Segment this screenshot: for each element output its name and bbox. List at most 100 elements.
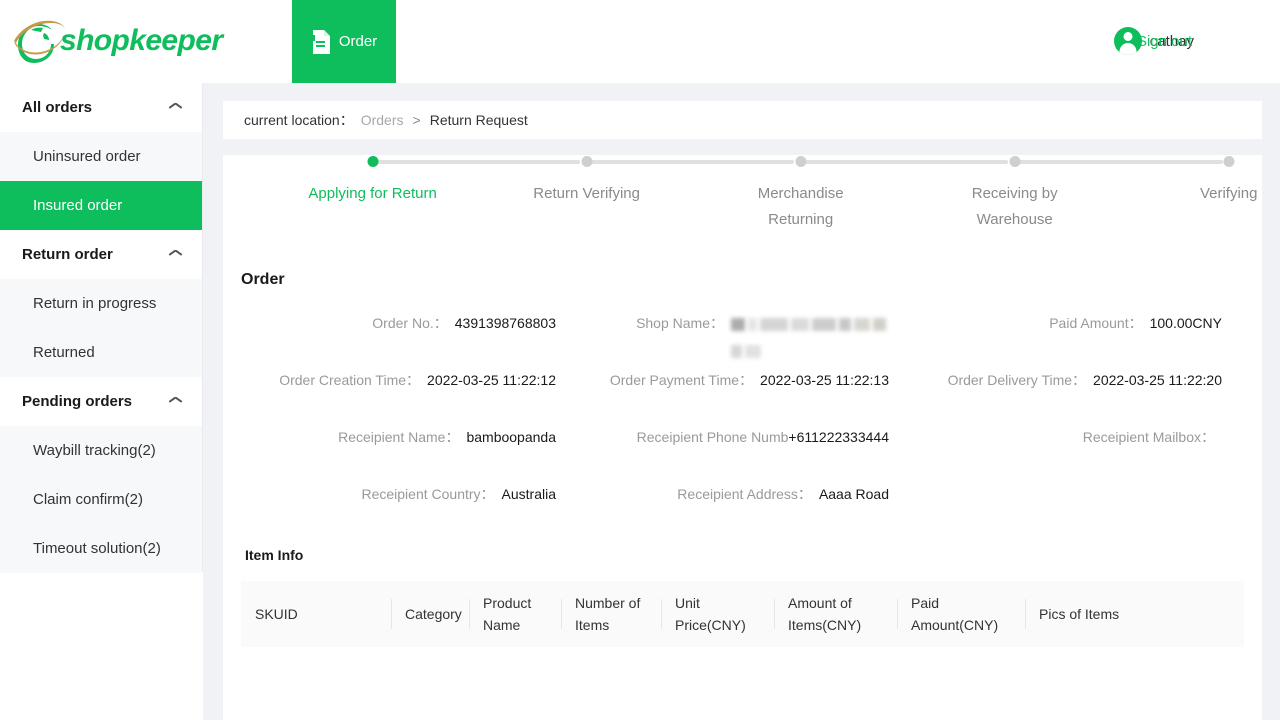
- column-header-paid-amount: Paid Amount(CNY): [897, 595, 1025, 633]
- main-content: current location： Orders > Return Reques…: [203, 83, 1280, 720]
- field-empty: [889, 484, 1222, 541]
- field-label: Order Payment Time：: [609, 372, 754, 388]
- breadcrumb-separator: >: [412, 112, 421, 128]
- field-value: 2022-03-25 11:22:13: [760, 372, 889, 388]
- step-dot: [367, 156, 379, 167]
- field-label: Receipient Address：: [677, 486, 812, 502]
- step-dot: [581, 156, 593, 167]
- chevron-up-icon: [169, 251, 182, 259]
- field-recipient-mailbox: Receipient Mailbox：: [889, 427, 1222, 484]
- step-dot: [795, 156, 807, 167]
- tab-order[interactable]: Order: [292, 0, 396, 83]
- field-recipient-phone: Receipient Phone Numb +611222333444: [556, 427, 889, 484]
- sidebar-item-label: Returned: [33, 344, 95, 361]
- field-value: 2022-03-25 11:22:20: [1093, 372, 1222, 388]
- order-section-title: Order: [241, 271, 285, 288]
- sidebar-group-all-orders[interactable]: All orders: [0, 83, 202, 132]
- step-dot: [1009, 156, 1021, 167]
- field-value: Australia: [501, 486, 556, 502]
- breadcrumb-current: Return Request: [429, 112, 528, 128]
- field-label: Paid Amount：: [1049, 315, 1143, 331]
- field-label: Order Delivery Time：: [947, 372, 1087, 388]
- chevron-up-icon: [169, 398, 182, 406]
- order-field-row: Receipient Name： bamboopanda Receipient …: [223, 427, 1262, 484]
- sidebar-item-label: Uninsured order: [33, 148, 141, 165]
- sidebar-item-waybill-tracking[interactable]: Waybill tracking(2): [0, 426, 202, 475]
- sidebar-item-label: Timeout solution(2): [33, 540, 161, 557]
- field-value: 4391398768803: [454, 315, 556, 331]
- brand-logo[interactable]: shopkeeper: [14, 14, 223, 68]
- step-return-verifying: Return Verifying: [483, 155, 795, 207]
- field-label: Receipient Country：: [361, 486, 495, 502]
- column-header-pics-of-items: Pics of Items: [1025, 595, 1185, 633]
- sidebar-item-label: Return in progress: [33, 295, 157, 312]
- item-info-title: Item Info: [245, 547, 304, 563]
- step-label: Receiving by Warehouse: [971, 185, 1058, 228]
- sidebar: All orders Uninsured order Insured order…: [0, 83, 203, 573]
- document-icon: [311, 29, 331, 54]
- sidebar-group-label: Return order: [22, 246, 113, 263]
- order-field-row: Order No.： 4391398768803 Shop Name： Paid…: [223, 313, 1262, 370]
- breadcrumb-prefix: current location：: [244, 112, 354, 128]
- order-field-row: Order Creation Time： 2022-03-25 11:22:12…: [223, 370, 1262, 427]
- return-request-panel: Applying for Return Return Verifying Mer…: [223, 155, 1262, 720]
- field-recipient-country: Receipient Country： Australia: [223, 484, 556, 541]
- field-label: Receipient Name：: [338, 429, 460, 445]
- column-header-number-of-items: Number of Items: [561, 595, 661, 633]
- field-label: Receipient Phone Numb: [636, 429, 789, 445]
- field-paid-amount: Paid Amount： 100.00CNY: [889, 313, 1222, 370]
- sidebar-group-pending-orders[interactable]: Pending orders: [0, 377, 202, 426]
- step-label: Applying for Return: [308, 185, 437, 202]
- sidebar-item-label: Insured order: [33, 197, 123, 214]
- field-value: 100.00CNY: [1149, 315, 1222, 331]
- sidebar-item-insured-order[interactable]: Insured order: [0, 181, 202, 230]
- breadcrumb-parent-orders[interactable]: Orders: [361, 112, 404, 128]
- sidebar-item-label: Claim confirm(2): [33, 491, 144, 508]
- field-recipient-address: Receipient Address： Aaaa Road: [556, 484, 889, 541]
- column-header-category: Category: [391, 595, 469, 633]
- field-value-redacted: [731, 313, 889, 360]
- sign-out-link[interactable]: Sign out: [1137, 33, 1192, 50]
- field-value: +611222333444: [788, 429, 889, 445]
- field-value: 2022-03-25 11:22:12: [427, 372, 556, 388]
- sidebar-item-uninsured-order[interactable]: Uninsured order: [0, 132, 202, 181]
- sidebar-item-label: Waybill tracking(2): [33, 442, 156, 459]
- order-field-row: Receipient Country： Australia Receipient…: [223, 484, 1262, 541]
- sidebar-group-return-order[interactable]: Return order: [0, 230, 202, 279]
- sidebar-group-label: Pending orders: [22, 393, 133, 410]
- field-value: bamboopanda: [466, 429, 556, 445]
- column-header-product-name: Product Name: [469, 595, 561, 633]
- step-verifying: Verifying: [1125, 155, 1280, 207]
- step-applying-for-return: Applying for Return: [269, 155, 581, 207]
- field-label: Order Creation Time：: [279, 372, 421, 388]
- field-recipient-name: Receipient Name： bamboopanda: [223, 427, 556, 484]
- field-order-creation-time: Order Creation Time： 2022-03-25 11:22:12: [223, 370, 556, 427]
- breadcrumb: current location： Orders > Return Reques…: [223, 101, 1262, 139]
- sidebar-item-returned[interactable]: Returned: [0, 328, 202, 377]
- tab-order-label: Order: [338, 33, 378, 50]
- item-info-table: SKUID Category Product Name Number of It…: [241, 581, 1244, 647]
- return-progress-stepper: Applying for Return Return Verifying Mer…: [223, 155, 1262, 267]
- chevron-up-icon: [169, 104, 182, 112]
- globe-swoosh-icon: [14, 16, 66, 66]
- sidebar-group-label: All orders: [22, 99, 93, 116]
- column-header-skuid: SKUID: [255, 606, 298, 622]
- step-label: Merchandise Returning: [757, 185, 844, 228]
- column-header-unit-price: Unit Price(CNY): [661, 595, 774, 633]
- field-value: Aaaa Road: [818, 486, 889, 502]
- table-header-row: SKUID Category Product Name Number of It…: [241, 581, 1244, 647]
- field-shop-name: Shop Name：: [556, 313, 889, 370]
- app-header: shopkeeper Order cathay Sign out: [0, 0, 1280, 83]
- step-label: Verifying: [1199, 185, 1258, 202]
- sidebar-item-timeout-solution[interactable]: Timeout solution(2): [0, 524, 202, 573]
- sidebar-item-return-in-progress[interactable]: Return in progress: [0, 279, 202, 328]
- field-order-payment-time: Order Payment Time： 2022-03-25 11:22:13: [556, 370, 889, 427]
- field-order-delivery-time: Order Delivery Time： 2022-03-25 11:22:20: [889, 370, 1222, 427]
- field-order-no: Order No.： 4391398768803: [223, 313, 556, 370]
- sidebar-item-claim-confirm[interactable]: Claim confirm(2): [0, 475, 202, 524]
- column-header-amount-of-items: Amount of Items(CNY): [774, 595, 897, 633]
- step-receiving-by-warehouse: Receiving by Warehouse: [911, 155, 1223, 233]
- step-dot: [1223, 156, 1235, 167]
- field-label: Order No.：: [372, 315, 448, 331]
- order-fields: Order No.： 4391398768803 Shop Name： Paid…: [223, 313, 1262, 541]
